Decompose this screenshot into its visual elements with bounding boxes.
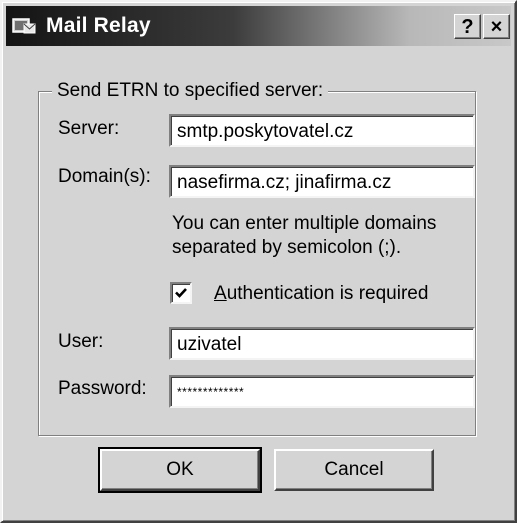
mail-relay-app-icon bbox=[12, 16, 36, 36]
help-button[interactable]: ? bbox=[454, 14, 481, 39]
title-bar[interactable]: Mail Relay ? × bbox=[6, 6, 511, 46]
cancel-button[interactable]: Cancel bbox=[274, 449, 434, 491]
domains-field[interactable]: nasefirma.cz; jinafirma.cz bbox=[169, 165, 475, 198]
etrn-group-legend: Send ETRN to specified server: bbox=[52, 80, 329, 102]
domains-hint-text: You can enter multiple domains separated… bbox=[172, 213, 437, 258]
authentication-label-text: uthentication is required bbox=[226, 283, 429, 304]
domains-label: Domain(s): bbox=[58, 166, 151, 187]
ok-button[interactable]: OK bbox=[98, 447, 262, 493]
server-label: Server: bbox=[58, 118, 120, 139]
user-field[interactable]: uzivatel bbox=[169, 327, 475, 360]
authentication-label-accesskey: A bbox=[214, 283, 227, 304]
password-label: Password: bbox=[58, 378, 147, 399]
window-title: Mail Relay bbox=[46, 14, 151, 37]
user-label: User: bbox=[58, 331, 104, 352]
password-field[interactable]: ************* bbox=[169, 375, 475, 408]
checkmark-icon bbox=[175, 288, 187, 298]
server-field[interactable]: smtp.poskytovatel.cz bbox=[169, 114, 475, 147]
authentication-checkbox[interactable] bbox=[170, 282, 192, 304]
mail-relay-dialog: Mail Relay ? × Send ETRN to specified se… bbox=[0, 0, 517, 523]
authentication-label[interactable]: Authentication is required bbox=[214, 283, 428, 305]
close-button[interactable]: × bbox=[483, 14, 510, 39]
